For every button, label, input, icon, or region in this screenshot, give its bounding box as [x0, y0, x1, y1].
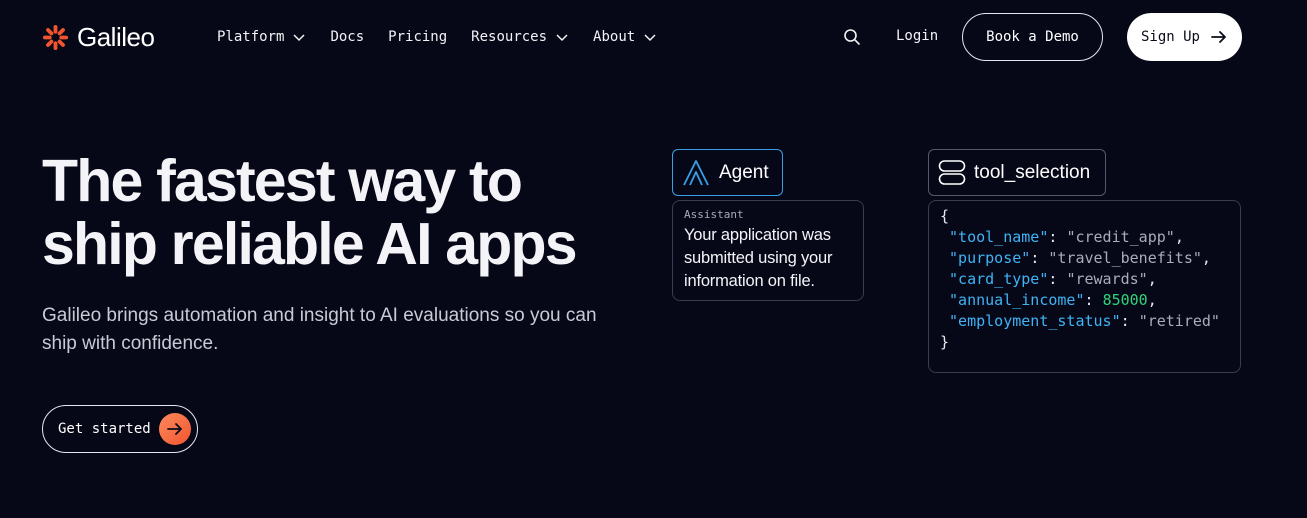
- nav-item-platform[interactable]: Platform: [217, 26, 306, 48]
- hero-title: The fastest way to ship reliable AI apps: [42, 150, 642, 276]
- hero-title-line-2: ship reliable AI apps: [42, 211, 578, 277]
- json-key: "employment_status": [949, 312, 1121, 330]
- book-demo-label: Book a Demo: [986, 29, 1079, 45]
- nav-item-label: Platform: [217, 29, 285, 45]
- nav-item-label: Docs: [330, 29, 365, 45]
- json-value: "travel_benefits": [1048, 249, 1202, 267]
- logo[interactable]: Galileo: [42, 22, 155, 53]
- chevron-down-icon: [293, 34, 305, 42]
- nav-item-label: About: [593, 29, 636, 45]
- chevron-down-icon: [556, 34, 568, 42]
- get-started-label: Get started: [58, 421, 151, 437]
- json-value: "credit_app": [1066, 228, 1175, 246]
- json-key: "card_type": [949, 270, 1049, 288]
- nav-item-about[interactable]: About: [593, 26, 657, 48]
- json-field-tool-name: "tool_name": "credit_app",: [949, 228, 1184, 246]
- agent-message: Your application was submitted using you…: [684, 226, 833, 290]
- json-field-purpose: "purpose": "travel_benefits",: [949, 249, 1211, 267]
- json-key: "purpose": [949, 249, 1031, 267]
- nav-item-docs[interactable]: Docs: [330, 26, 364, 48]
- sign-up-button[interactable]: Sign Up: [1127, 13, 1242, 61]
- json-key: "annual_income": [949, 291, 1085, 309]
- get-started-button[interactable]: Get started: [42, 405, 198, 453]
- json-field-employment-status: "employment_status": "retired": [949, 312, 1220, 330]
- nav-item-label: Pricing: [388, 29, 448, 45]
- site-header: Galileo Platform Docs Pricing Resources …: [0, 0, 1307, 74]
- agent-label: Agent: [672, 149, 783, 196]
- tool-selection-json: { "tool_name": "credit_app", "purpose": …: [928, 200, 1241, 373]
- nav-item-resources[interactable]: Resources: [471, 26, 569, 48]
- json-value: "rewards": [1066, 270, 1148, 288]
- json-open-brace: {: [940, 207, 950, 225]
- nav-item-pricing[interactable]: Pricing: [388, 26, 447, 48]
- tool-selection-label: tool_selection: [928, 149, 1106, 196]
- hero-title-line-1: The fastest way to: [42, 148, 523, 214]
- chevron-down-icon: [644, 34, 656, 42]
- agent-logo-icon: [683, 159, 709, 185]
- nav-item-label: Resources: [471, 29, 548, 45]
- json-key: "tool_name": [949, 228, 1049, 246]
- agent-message-card: Assistant Your application was submitted…: [672, 200, 864, 301]
- sign-up-label: Sign Up: [1140, 29, 1200, 45]
- logo-text: Galileo: [77, 22, 155, 52]
- tool-selection-label-text: tool_selection: [974, 161, 1091, 183]
- login-link[interactable]: Login: [896, 28, 938, 44]
- galileo-logo-icon: [42, 24, 69, 51]
- hero-subtitle: Galileo brings automation and insight to…: [42, 305, 597, 354]
- json-close-brace: }: [940, 333, 950, 351]
- json-value: "retired": [1138, 312, 1220, 330]
- database-icon: [938, 159, 966, 185]
- arrow-right-icon: [1211, 31, 1226, 43]
- main-nav: Platform Docs Pricing Resources About: [217, 26, 681, 48]
- json-value: 85000: [1102, 291, 1148, 309]
- json-field-annual-income: "annual_income": 85000,: [949, 291, 1157, 309]
- book-demo-button[interactable]: Book a Demo: [962, 13, 1103, 61]
- arrow-right-icon: [158, 413, 191, 445]
- json-field-card-type: "card_type": "rewards",: [949, 270, 1157, 288]
- agent-label-text: Agent: [719, 161, 769, 183]
- search-icon[interactable]: [842, 27, 862, 47]
- agent-role: Assistant: [684, 208, 744, 221]
